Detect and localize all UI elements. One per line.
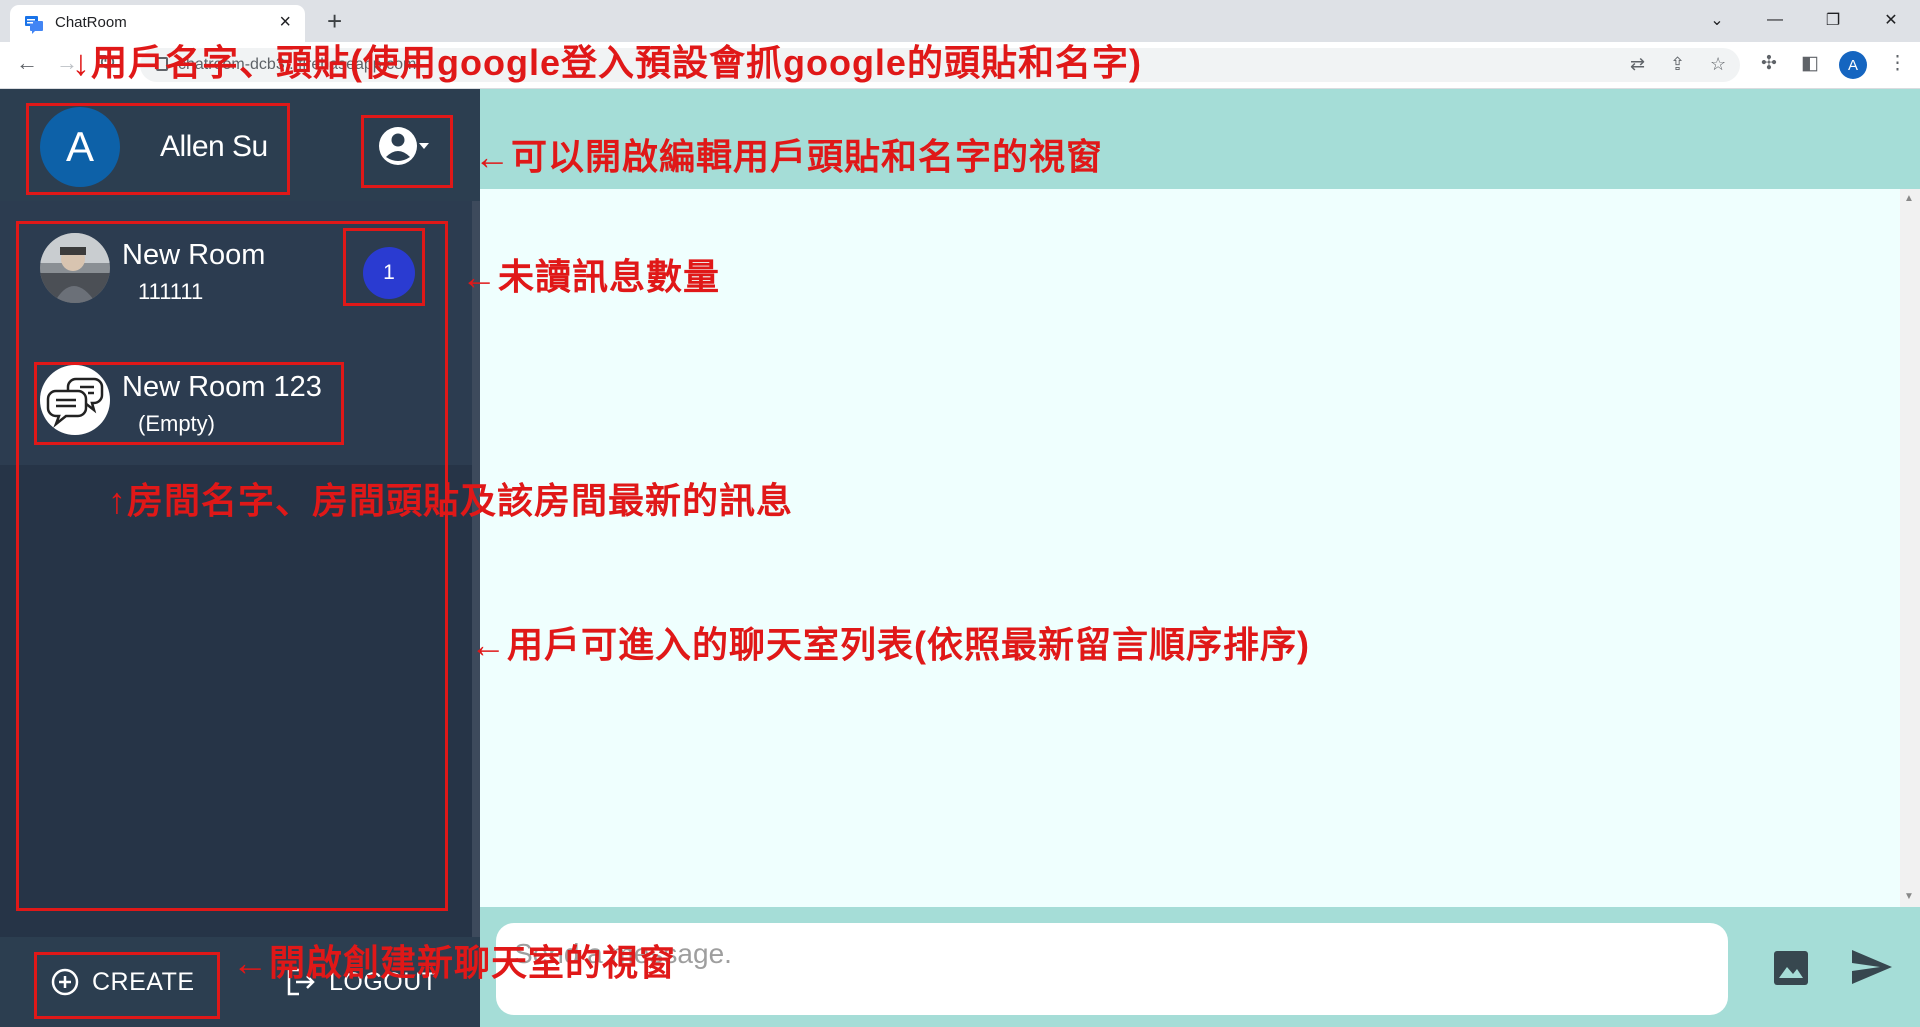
translate-icon[interactable]: ⇄ — [1630, 54, 1645, 75]
tab-title: ChatRoom — [55, 14, 127, 31]
tab-close-icon[interactable]: × — [279, 11, 291, 34]
window-controls: ⌄ — ❐ ✕ — [1688, 0, 1920, 40]
annotation-user-info: ↓用戶名字、頭貼(使用google登入預設會抓google的頭貼和名字) — [72, 42, 1142, 83]
side-panel-icon[interactable]: ◧ — [1801, 52, 1819, 75]
message-input[interactable] — [496, 923, 1728, 1015]
annotation-box-room-list — [16, 221, 448, 911]
room-list-scrollbar[interactable] — [472, 201, 480, 1027]
annotation-box-room-info — [34, 362, 344, 445]
image-upload-icon[interactable] — [1772, 949, 1810, 987]
annotation-box-create — [34, 952, 220, 1019]
annotation-edit-profile: ←可以開啟編輯用戶頭貼和名字的視窗 — [474, 136, 1104, 177]
scroll-up-icon[interactable]: ▲ — [1904, 193, 1914, 204]
browser-menu-icon[interactable]: ⋮ — [1888, 52, 1907, 75]
browser-profile-avatar[interactable]: A — [1839, 51, 1867, 79]
new-tab-icon[interactable]: + — [327, 6, 342, 37]
extensions-icon[interactable]: ✣ — [1761, 52, 1777, 75]
send-icon[interactable] — [1850, 947, 1894, 987]
scroll-down-icon[interactable]: ▼ — [1904, 891, 1914, 902]
chat-scrollbar[interactable]: ▲ ▼ — [1900, 189, 1920, 907]
bookmark-star-icon[interactable]: ☆ — [1710, 54, 1726, 75]
share-icon[interactable]: ⇪ — [1670, 54, 1685, 75]
message-composer — [480, 907, 1920, 1027]
annotation-create-room: ←開啟創建新聊天室的視窗 — [232, 942, 677, 983]
restore-icon[interactable]: ❐ — [1804, 0, 1862, 40]
annotation-room-list: ←用戶可進入的聊天室列表(依照最新留言順序排序) — [470, 624, 1310, 665]
tab-search-icon[interactable]: ⌄ — [1688, 0, 1746, 40]
back-icon[interactable]: ← — [16, 50, 38, 76]
annotation-box-unread — [343, 228, 425, 306]
minimize-icon[interactable]: — — [1746, 0, 1804, 40]
chat-bubbles-icon — [25, 16, 43, 34]
close-window-icon[interactable]: ✕ — [1862, 0, 1920, 40]
annotation-room-info: ↑房間名字、房間頭貼及該房間最新的訊息 — [108, 480, 794, 521]
annotation-box-account-menu — [361, 115, 453, 188]
annotation-box-user — [26, 103, 290, 195]
annotation-unread-count: ←未讀訊息數量 — [461, 256, 721, 297]
